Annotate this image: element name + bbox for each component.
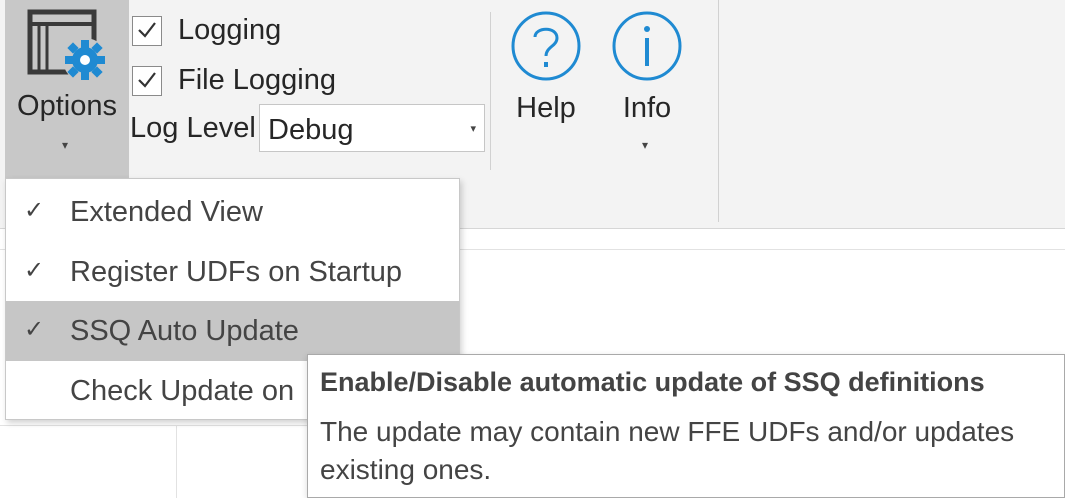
info-label: Info xyxy=(622,92,672,124)
options-button[interactable]: Options ▾ xyxy=(5,0,129,178)
menu-item-ssq-auto-update[interactable]: ✓ SSQ Auto Update xyxy=(6,301,459,361)
tooltip: Enable/Disable automatic update of SSQ d… xyxy=(307,354,1065,498)
ribbon-separator xyxy=(490,12,491,170)
info-icon xyxy=(612,11,682,81)
help-icon xyxy=(511,11,581,81)
file-logging-checkbox[interactable] xyxy=(132,65,162,96)
menu-item-label: Extended View xyxy=(70,196,263,228)
ribbon-separator xyxy=(718,0,719,222)
logging-checkbox[interactable] xyxy=(132,15,162,46)
file-logging-label: File Logging xyxy=(178,64,336,96)
check-icon: ✓ xyxy=(24,316,45,343)
grid-line xyxy=(176,425,177,498)
tooltip-title: Enable/Disable automatic update of SSQ d… xyxy=(320,367,985,397)
check-icon xyxy=(138,71,156,88)
help-button[interactable]: Help xyxy=(505,10,587,125)
chevron-down-icon: ▾ xyxy=(62,138,69,152)
menu-item-extended-view[interactable]: ✓ Extended View xyxy=(6,182,459,242)
menu-item-register-udfs[interactable]: ✓ Register UDFs on Startup xyxy=(6,242,459,302)
dropdown-arrow-icon[interactable]: ▾ xyxy=(470,122,476,135)
help-label: Help xyxy=(516,92,576,124)
menu-item-label: Check Update on xyxy=(70,375,295,407)
log-level-label: Log Level xyxy=(130,112,256,144)
options-label: Options xyxy=(17,90,117,122)
options-gear-icon xyxy=(27,9,107,82)
menu-item-label: Register UDFs on Startup xyxy=(70,256,403,288)
tooltip-body: The update may contain new FFE UDFs and/… xyxy=(320,416,1015,485)
file-logging-checkbox-row[interactable]: File Logging xyxy=(132,64,336,97)
logging-label: Logging xyxy=(178,14,282,46)
check-icon: ✓ xyxy=(24,197,45,224)
chevron-down-icon: ▾ xyxy=(642,138,649,152)
menu-item-label: SSQ Auto Update xyxy=(70,315,299,347)
check-icon: ✓ xyxy=(24,257,45,284)
check-icon xyxy=(138,21,156,38)
logging-checkbox-row[interactable]: Logging xyxy=(132,14,281,47)
info-button[interactable]: Info ▾ xyxy=(606,10,688,152)
log-level-select[interactable]: Debug ▾ xyxy=(259,104,485,152)
log-level-value: Debug xyxy=(268,114,354,146)
